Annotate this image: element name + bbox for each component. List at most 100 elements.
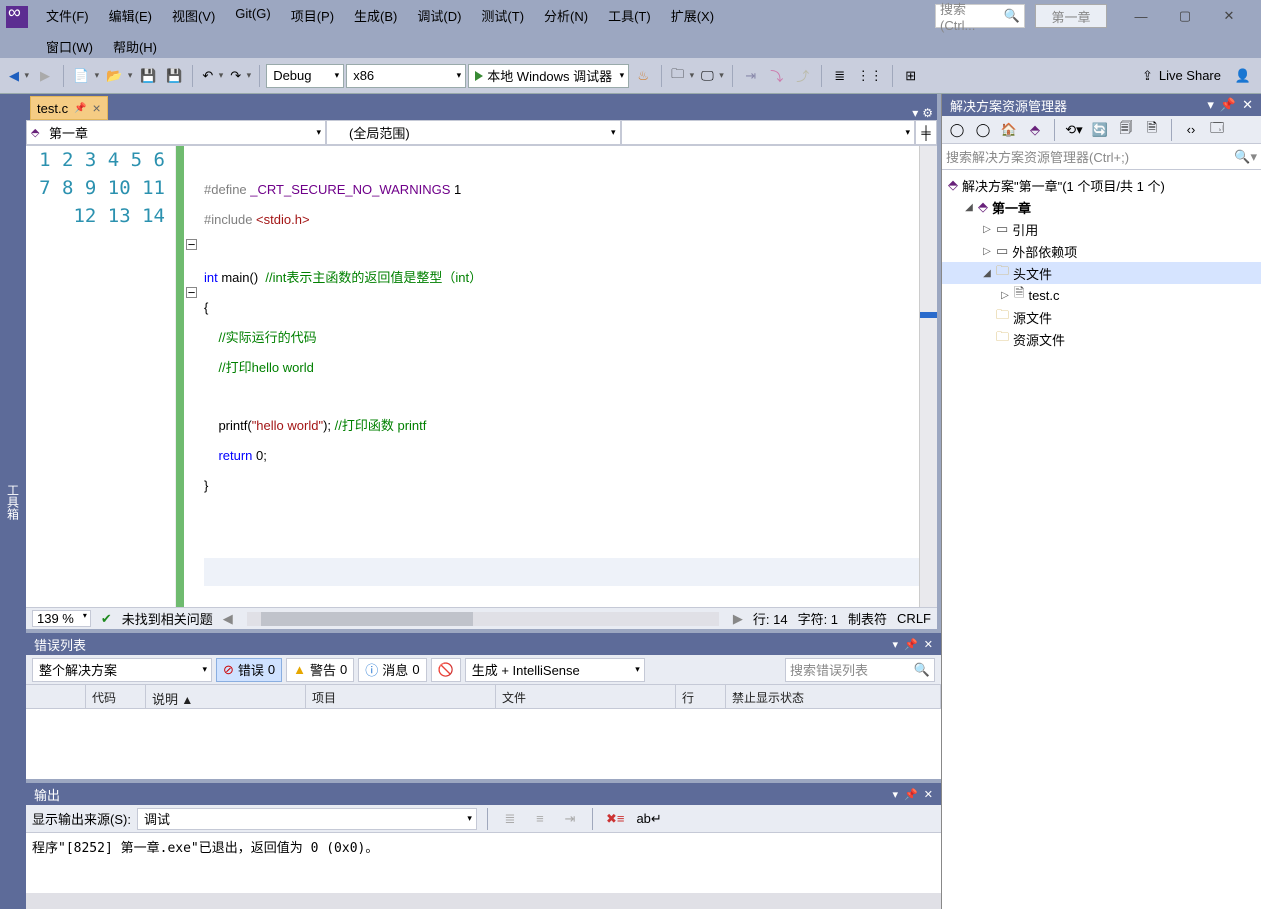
global-search-input[interactable]: 搜索 (Ctrl... 🔍 [935,4,1025,28]
live-share-button[interactable]: ⇪ Live Share [1134,68,1229,84]
config-combo[interactable]: Debug [266,64,344,88]
col-desc[interactable]: 说明 ▲ [146,685,306,708]
code-editor[interactable]: 1 2 3 4 5 6 7 8 9 10 11 12 13 14 − − #de… [26,146,937,607]
output-text[interactable]: 程序"[8252] 第一章.exe"已退出，返回值为 0 (0x0)。 [26,833,941,893]
switch-view-icon[interactable]: ⬘ [1024,119,1046,141]
step-into-icon[interactable]: ⇥ [739,64,763,88]
tab-test-c[interactable]: test.c 📌 × [30,96,108,120]
scope-filter-combo[interactable]: 整个解决方案 [32,658,212,682]
fold-toggle-main[interactable]: − [186,239,197,250]
col-line[interactable]: 行 [676,685,726,708]
source-combo[interactable]: 生成 + IntelliSense [465,658,645,682]
clear-output-icon[interactable]: ✖≡ [603,807,627,831]
home-icon[interactable]: 🏠 [998,119,1020,141]
tbtn-2[interactable]: 🖵 [698,64,726,88]
toolbox-side-tab[interactable]: 工具箱 [0,94,26,909]
line-indicator[interactable]: 行: 14 [753,609,788,628]
comment-icon[interactable]: ⋮⋮ [854,64,886,88]
output-hscroll[interactable] [26,893,941,909]
out-btn-1[interactable]: ≣ [498,807,522,831]
global-scope-combo[interactable]: (全局范围) [326,120,621,145]
pin-icon[interactable]: 📌 [1220,97,1236,113]
panel-dropdown-icon[interactable]: ▾ [893,638,899,651]
menu-extensions[interactable]: 扩展(X) [661,0,724,31]
col-indicator[interactable]: 字符: 1 [798,609,838,628]
code-content[interactable]: #define _CRT_SECURE_NO_WARNINGS 1 #inclu… [202,146,919,607]
vertical-scrollbar[interactable] [919,146,937,607]
wrap-icon[interactable]: ab↵ [633,807,664,831]
solution-search-input[interactable]: 搜索解决方案资源管理器(Ctrl+;)🔍▾ [942,144,1261,170]
collapse-icon[interactable]: 🗐 [1115,119,1137,141]
open-button[interactable]: 📂 [103,64,134,88]
messages-filter[interactable]: ⓘ消息0 [358,658,426,682]
show-all-icon[interactable]: 🗎 [1141,119,1163,141]
split-icon[interactable]: ╪ [915,120,937,145]
menu-edit[interactable]: 编辑(E) [99,0,162,31]
format-icon[interactable]: ⊞ [899,64,923,88]
zoom-combo[interactable]: 139 % [32,610,91,627]
menu-git[interactable]: Git(G) [225,0,280,31]
solution-title-box[interactable]: 第一章 [1035,4,1107,28]
tree-solution-root[interactable]: ⬘解决方案"第一章"(1 个项目/共 1 个) [942,174,1261,196]
step-over-icon[interactable]: ⤵ [765,64,789,88]
doc-dropdown-icon[interactable]: ▾ [912,106,918,120]
doc-gear-icon[interactable]: ⚙ [922,106,933,120]
scope-combo[interactable]: ⬘第一章 [26,120,326,145]
panel-dropdown-icon[interactable]: ▾ [893,788,899,801]
menu-build[interactable]: 生成(B) [344,0,407,31]
nav-back-button[interactable]: ◀ [6,64,31,88]
col-suppress[interactable]: 禁止显示状态 [726,685,941,708]
pin-icon[interactable]: 📌 [904,788,918,801]
preview-icon[interactable]: 🗔 [1206,119,1228,141]
tree-project[interactable]: ◢⬘第一章 [942,196,1261,218]
close-icon[interactable]: ✕ [924,638,933,651]
pin-icon[interactable]: 📌 [74,103,86,114]
tree-file-test-c[interactable]: ▷🗎test.c [942,284,1261,306]
tree-resource[interactable]: 🗀资源文件 [942,328,1261,350]
maximize-button[interactable]: ▢ [1163,4,1207,28]
output-header[interactable]: 输出 ▾📌✕ [26,783,941,805]
close-button[interactable]: ✕ [1207,4,1251,28]
tree-headers[interactable]: ◢🗀头文件 [942,262,1261,284]
col-project[interactable]: 项目 [306,685,496,708]
start-debug-button[interactable]: 本地 Windows 调试器 [468,64,629,88]
menu-tools[interactable]: 工具(T) [598,0,661,31]
hot-reload-icon[interactable]: ♨ [631,64,655,88]
panel-dropdown-icon[interactable]: ▾ [1207,97,1214,113]
menu-project[interactable]: 项目(P) [281,0,344,31]
error-search-input[interactable]: 搜索错误列表🔍 [785,658,935,682]
refresh-icon[interactable]: 🔄 [1089,119,1111,141]
platform-combo[interactable]: x86 [346,64,466,88]
fold-toggle-block[interactable]: − [186,287,197,298]
close-tab-icon[interactable]: × [93,100,101,116]
undo-button[interactable]: ↶ [199,64,225,88]
horizontal-scrollbar[interactable] [247,612,719,626]
sync-icon[interactable]: ⟲▾ [1063,119,1085,141]
save-button[interactable]: 💾 [136,64,160,88]
menu-view[interactable]: 视图(V) [162,0,225,31]
eol-indicator[interactable]: CRLF [897,611,931,626]
tree-source[interactable]: 🗀源文件 [942,306,1261,328]
member-combo[interactable] [621,120,916,145]
out-btn-3[interactable]: ⇥ [558,807,582,831]
fwd-icon[interactable]: ◯ [972,119,994,141]
close-icon[interactable]: ✕ [924,788,933,801]
indent-icon[interactable]: ≣ [828,64,852,88]
col-file[interactable]: 文件 [496,685,676,708]
menu-test[interactable]: 测试(T) [471,0,534,31]
warnings-filter[interactable]: ▲警告0 [286,658,354,682]
close-icon[interactable]: ✕ [1242,97,1253,113]
clear-filter[interactable]: 🚫 [431,658,461,682]
menu-analyze[interactable]: 分析(N) [534,0,598,31]
tree-external-deps[interactable]: ▷▭外部依赖项 [942,240,1261,262]
properties-icon[interactable]: ‹› [1180,119,1202,141]
redo-button[interactable]: ↷ [227,64,253,88]
feedback-icon[interactable]: 👤 [1231,64,1255,88]
menu-file[interactable]: 文件(F) [36,0,99,31]
output-source-combo[interactable]: 调试 [137,808,477,830]
nav-forward-button[interactable]: ▶ [33,64,57,88]
tree-references[interactable]: ▷▭引用 [942,218,1261,240]
pin-icon[interactable]: 📌 [904,638,918,651]
minimize-button[interactable]: — [1119,4,1163,28]
back-icon[interactable]: ◯ [946,119,968,141]
